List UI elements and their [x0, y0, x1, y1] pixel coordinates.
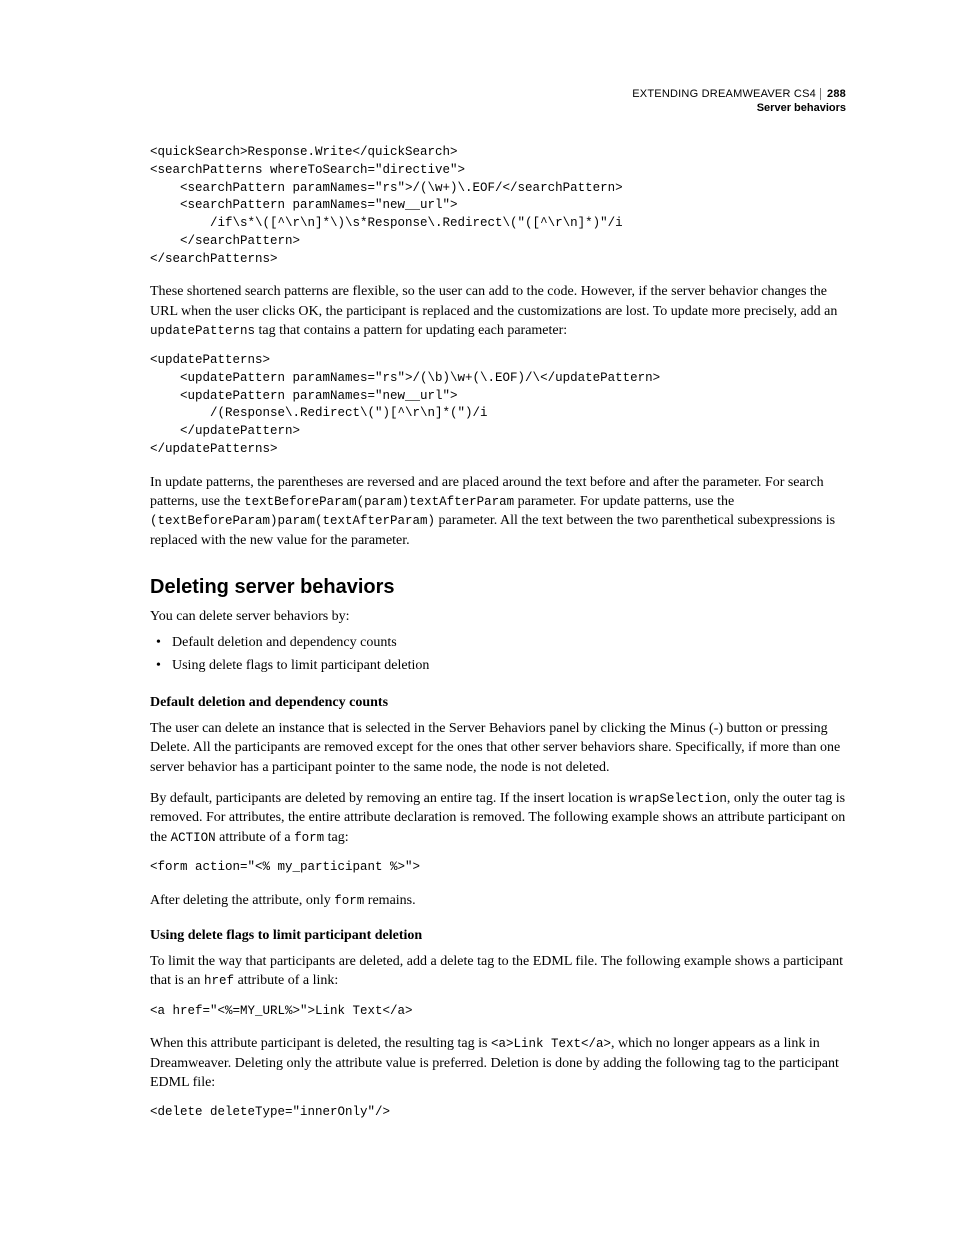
paragraph-4: The user can delete an instance that is …	[150, 719, 846, 777]
para2-inline-code-1: textBeforeParam(param)textAfterParam	[244, 495, 514, 509]
para1-text-a: These shortened search patterns are flex…	[150, 284, 837, 318]
para2-inline-code-2: (textBeforeParam)param(textAfterParam)	[150, 514, 435, 528]
paragraph-1: These shortened search patterns are flex…	[150, 282, 846, 340]
page-number: 288	[820, 88, 846, 100]
paragraph-6: After deleting the attribute, only form …	[150, 891, 846, 910]
code-block-3: <form action="<% my_participant %>">	[150, 859, 846, 877]
page: EXTENDING DREAMWEAVER CS4 288 Server beha…	[0, 0, 954, 1235]
bullet-item-1: Default deletion and dependency counts	[172, 632, 846, 654]
para7-inline-code: href	[204, 974, 234, 988]
para6-text-a: After deleting the attribute, only	[150, 893, 334, 908]
para5-text-a: By default, participants are deleted by …	[150, 791, 629, 806]
para2-text-b: parameter. For update patterns, use the	[514, 494, 734, 509]
running-header: EXTENDING DREAMWEAVER CS4 288 Server beha…	[632, 88, 846, 116]
subheading-1: Default deletion and dependency counts	[150, 695, 846, 711]
section-heading: Deleting server behaviors	[150, 576, 846, 599]
header-line-1: EXTENDING DREAMWEAVER CS4 288	[632, 88, 846, 102]
para6-text-b: remains.	[364, 893, 415, 908]
para5-inline-code-3: form	[294, 831, 324, 845]
para7-text-b: attribute of a link:	[234, 973, 338, 988]
para5-text-d: tag:	[324, 830, 349, 845]
code-block-5: <delete deleteType="innerOnly"/>	[150, 1104, 846, 1122]
header-section: Server behaviors	[632, 102, 846, 116]
para5-inline-code-2: ACTION	[171, 831, 216, 845]
paragraph-5: By default, participants are deleted by …	[150, 789, 846, 847]
para5-text-c: attribute of a	[216, 830, 295, 845]
code-block-1: <quickSearch>Response.Write</quickSearch…	[150, 144, 846, 268]
paragraph-7: To limit the way that participants are d…	[150, 952, 846, 991]
code-block-2: <updatePatterns> <updatePattern paramNam…	[150, 352, 846, 459]
code-block-4: <a href="<%=MY_URL%>">Link Text</a>	[150, 1003, 846, 1021]
content-area: <quickSearch>Response.Write</quickSearch…	[150, 144, 846, 1122]
subheading-2: Using delete flags to limit participant …	[150, 928, 846, 944]
para8-text-a: When this attribute participant is delet…	[150, 1036, 491, 1051]
para1-inline-code: updatePatterns	[150, 324, 255, 338]
paragraph-2: In update patterns, the parentheses are …	[150, 473, 846, 550]
para6-inline-code: form	[334, 894, 364, 908]
paragraph-3: You can delete server behaviors by:	[150, 607, 846, 626]
paragraph-8: When this attribute participant is delet…	[150, 1034, 846, 1092]
para8-inline-code: <a>Link Text</a>	[491, 1037, 611, 1051]
bullet-list: Default deletion and dependency counts U…	[150, 632, 846, 677]
para5-inline-code-1: wrapSelection	[629, 792, 727, 806]
para1-text-b: tag that contains a pattern for updating…	[255, 323, 567, 338]
doc-title: EXTENDING DREAMWEAVER CS4	[632, 88, 816, 100]
bullet-item-2: Using delete flags to limit participant …	[172, 655, 846, 677]
